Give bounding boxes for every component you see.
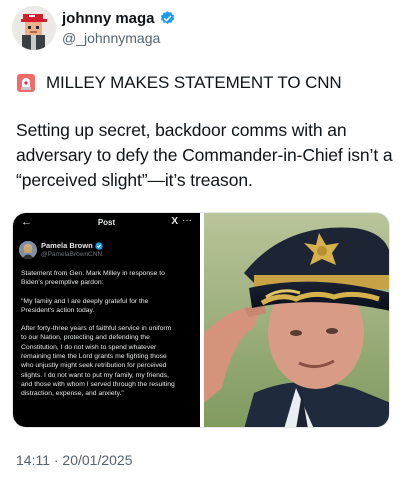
statement-line: "My family and I are deeply grateful for…	[21, 297, 149, 305]
media-screenshot[interactable]: ← Post X ··· Pamela Brown @PamelaBrownCN…	[13, 213, 200, 427]
headline-row: MILLEY MAKES STATEMENT TO CNN	[16, 73, 342, 93]
verified-badge-icon	[160, 11, 174, 24]
verified-badge-icon	[95, 241, 103, 250]
statement-line: to our Nation, protecting and defending …	[21, 334, 150, 342]
post-headline: MILLEY MAKES STATEMENT TO CNN	[46, 73, 342, 92]
author-display-name[interactable]: johnny maga	[62, 10, 155, 27]
statement-line: who unjustly might seek retribution for …	[21, 362, 167, 370]
media-photo[interactable]	[204, 213, 389, 427]
statement-line: slights. I do not want to put my family,…	[21, 371, 169, 379]
statement-line: and those with whom I served through the…	[21, 380, 175, 388]
post-body-line: Setting up secret, backdoor comms with a…	[16, 120, 347, 140]
more-icon: ···	[182, 215, 192, 226]
author-handle[interactable]: @_johnnymaga	[62, 30, 160, 46]
statement-line: President's action today.	[21, 306, 95, 314]
post-timestamp[interactable]: 14:11 · 20/01/2025	[16, 452, 133, 468]
post-body: Setting up secret, backdoor comms with a…	[16, 118, 393, 193]
statement-line: Statement from Gen. Mark Milley in respo…	[21, 270, 165, 277]
statement-line: distraction, expense, and anxiety."	[21, 390, 124, 398]
screenshot-author-avatar	[19, 241, 37, 259]
statement-paragraph: Statement from Gen. Mark Milley in respo…	[21, 269, 199, 288]
statement-line: After forty-three years of faithful serv…	[21, 325, 172, 333]
screenshot-topbar: ← Post X ···	[13, 213, 200, 233]
post-body-line: adversary to defy the Commander-in-Chief…	[16, 145, 393, 165]
statement-paragraph: After forty-three years of faithful serv…	[21, 324, 199, 398]
screenshot-statement: Statement from Gen. Mark Milley in respo…	[21, 269, 199, 408]
post-body-line: “perceived slight”—it’s treason.	[16, 170, 253, 190]
screenshot-author-name: Pamela Brown	[41, 241, 93, 250]
screenshot-author-row: Pamela Brown	[41, 241, 103, 250]
general-saluting-photo-icon	[204, 213, 389, 427]
media-grid: ← Post X ··· Pamela Brown @PamelaBrownCN…	[12, 212, 390, 428]
screenshot-author-handle: @PamelaBrownCNN	[41, 251, 103, 258]
statement-paragraph: "My family and I are deeply grateful for…	[21, 297, 199, 316]
statement-line: remaining time the Lord grants me fighti…	[21, 353, 167, 361]
pixel-avatar-icon	[12, 6, 56, 50]
portrait-icon	[19, 241, 37, 259]
siren-icon	[17, 74, 35, 92]
post-header: johnny maga @_johnnymaga	[8, 6, 392, 52]
statement-line: Constitution, I do not wish to spend wha…	[21, 343, 157, 351]
author-avatar[interactable]	[12, 6, 56, 50]
statement-line: Biden's preemptive pardon:	[21, 279, 104, 287]
x-logo-icon: X	[171, 216, 178, 227]
author-name-row: johnny maga	[62, 10, 176, 27]
